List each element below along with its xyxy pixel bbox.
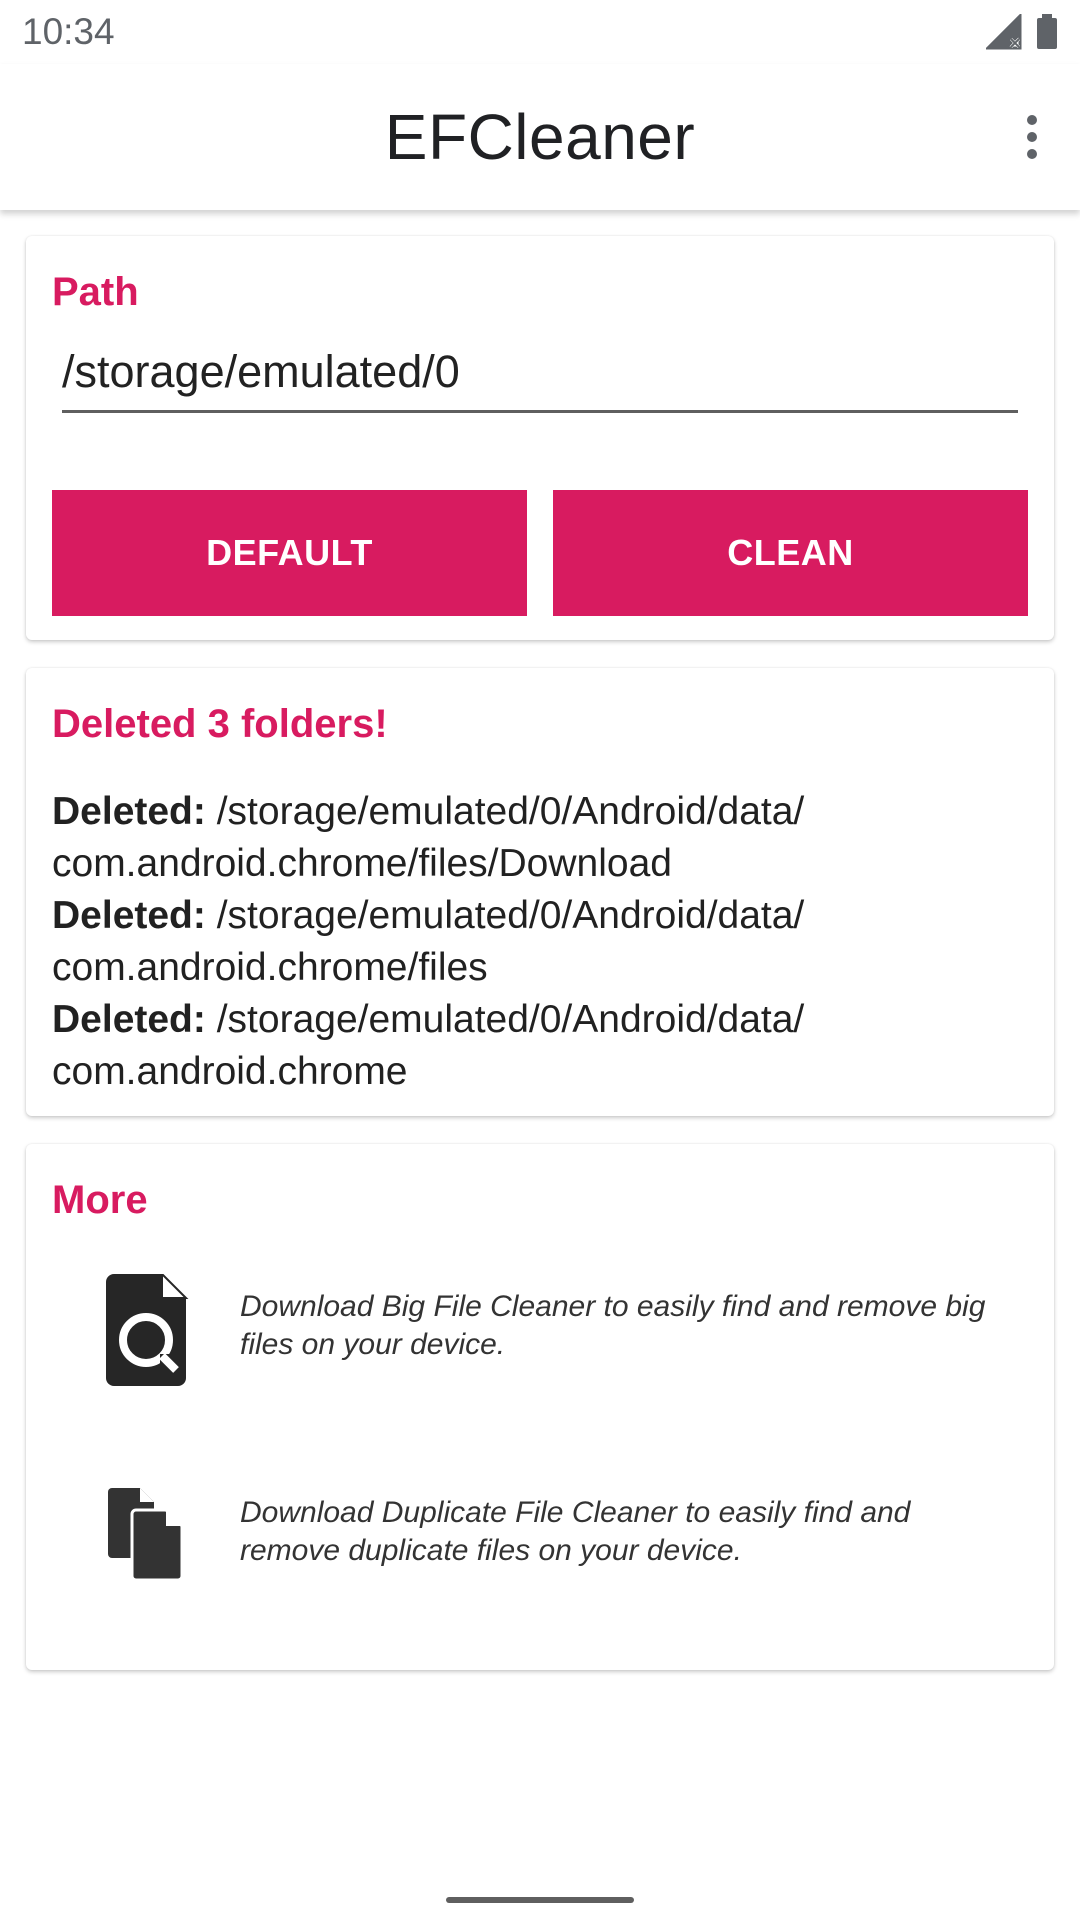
log-entry-path: com.android.chrome/files [52,946,488,989]
log-entry: Deleted: /storage/emulated/0/Android/dat… [52,890,1032,994]
log-entry-path: com.android.chrome [52,1050,408,1093]
path-input[interactable] [62,342,1018,413]
duplicate-file-cleaner-promo[interactable]: Download Duplicate File Cleaner to easil… [26,1488,1054,1628]
more-card: More Download Big File Cleaner to easily… [26,1144,1054,1670]
log-entry-path: /storage/emulated/0/Android/data/ [216,790,805,833]
log-entry-path: com.android.chrome/files/Download [52,842,672,885]
default-button[interactable]: DEFAULT [52,490,527,616]
duplicate-file-cleaner-icon [108,1488,184,1580]
big-file-cleaner-icon [106,1274,189,1386]
results-card-title: Deleted 3 folders! [52,702,388,746]
overflow-menu-button[interactable] [1002,102,1062,172]
log-entry-prefix: Deleted: [52,894,206,937]
more-vert-icon [1027,115,1037,159]
battery-icon [1037,14,1057,49]
path-card-title: Path [52,270,139,314]
big-file-cleaner-promo[interactable]: Download Big File Cleaner to easily find… [26,1274,1054,1414]
status-time: 10:34 [22,11,115,52]
more-card-title: More [52,1178,148,1222]
results-card: Deleted 3 folders! Deleted: /storage/emu… [26,668,1054,1116]
status-icons [986,14,1058,50]
deleted-log: Deleted: /storage/emulated/0/Android/dat… [52,786,1032,1098]
navigation-handle[interactable] [446,1897,634,1903]
app-bar: EFCleaner [0,64,1080,210]
duplicate-file-cleaner-text: Download Duplicate File Cleaner to easil… [240,1496,911,1567]
log-entry-path: /storage/emulated/0/Android/data/ [216,998,805,1041]
status-bar: 10:34 [0,0,1080,64]
clean-button[interactable]: CLEAN [553,490,1028,616]
signal-icon [986,14,1022,50]
big-file-cleaner-text: Download Big File Cleaner to easily find… [240,1290,986,1361]
log-entry: Deleted: /storage/emulated/0/Android/dat… [52,786,1032,890]
log-entry-prefix: Deleted: [52,790,206,833]
log-entry: Deleted: /storage/emulated/0/Android/dat… [52,994,1032,1098]
log-entry-prefix: Deleted: [52,998,206,1041]
log-entry-path: /storage/emulated/0/Android/data/ [216,894,805,937]
app-title: EFCleaner [384,101,696,173]
path-card: Path DEFAULT CLEAN [26,236,1054,640]
